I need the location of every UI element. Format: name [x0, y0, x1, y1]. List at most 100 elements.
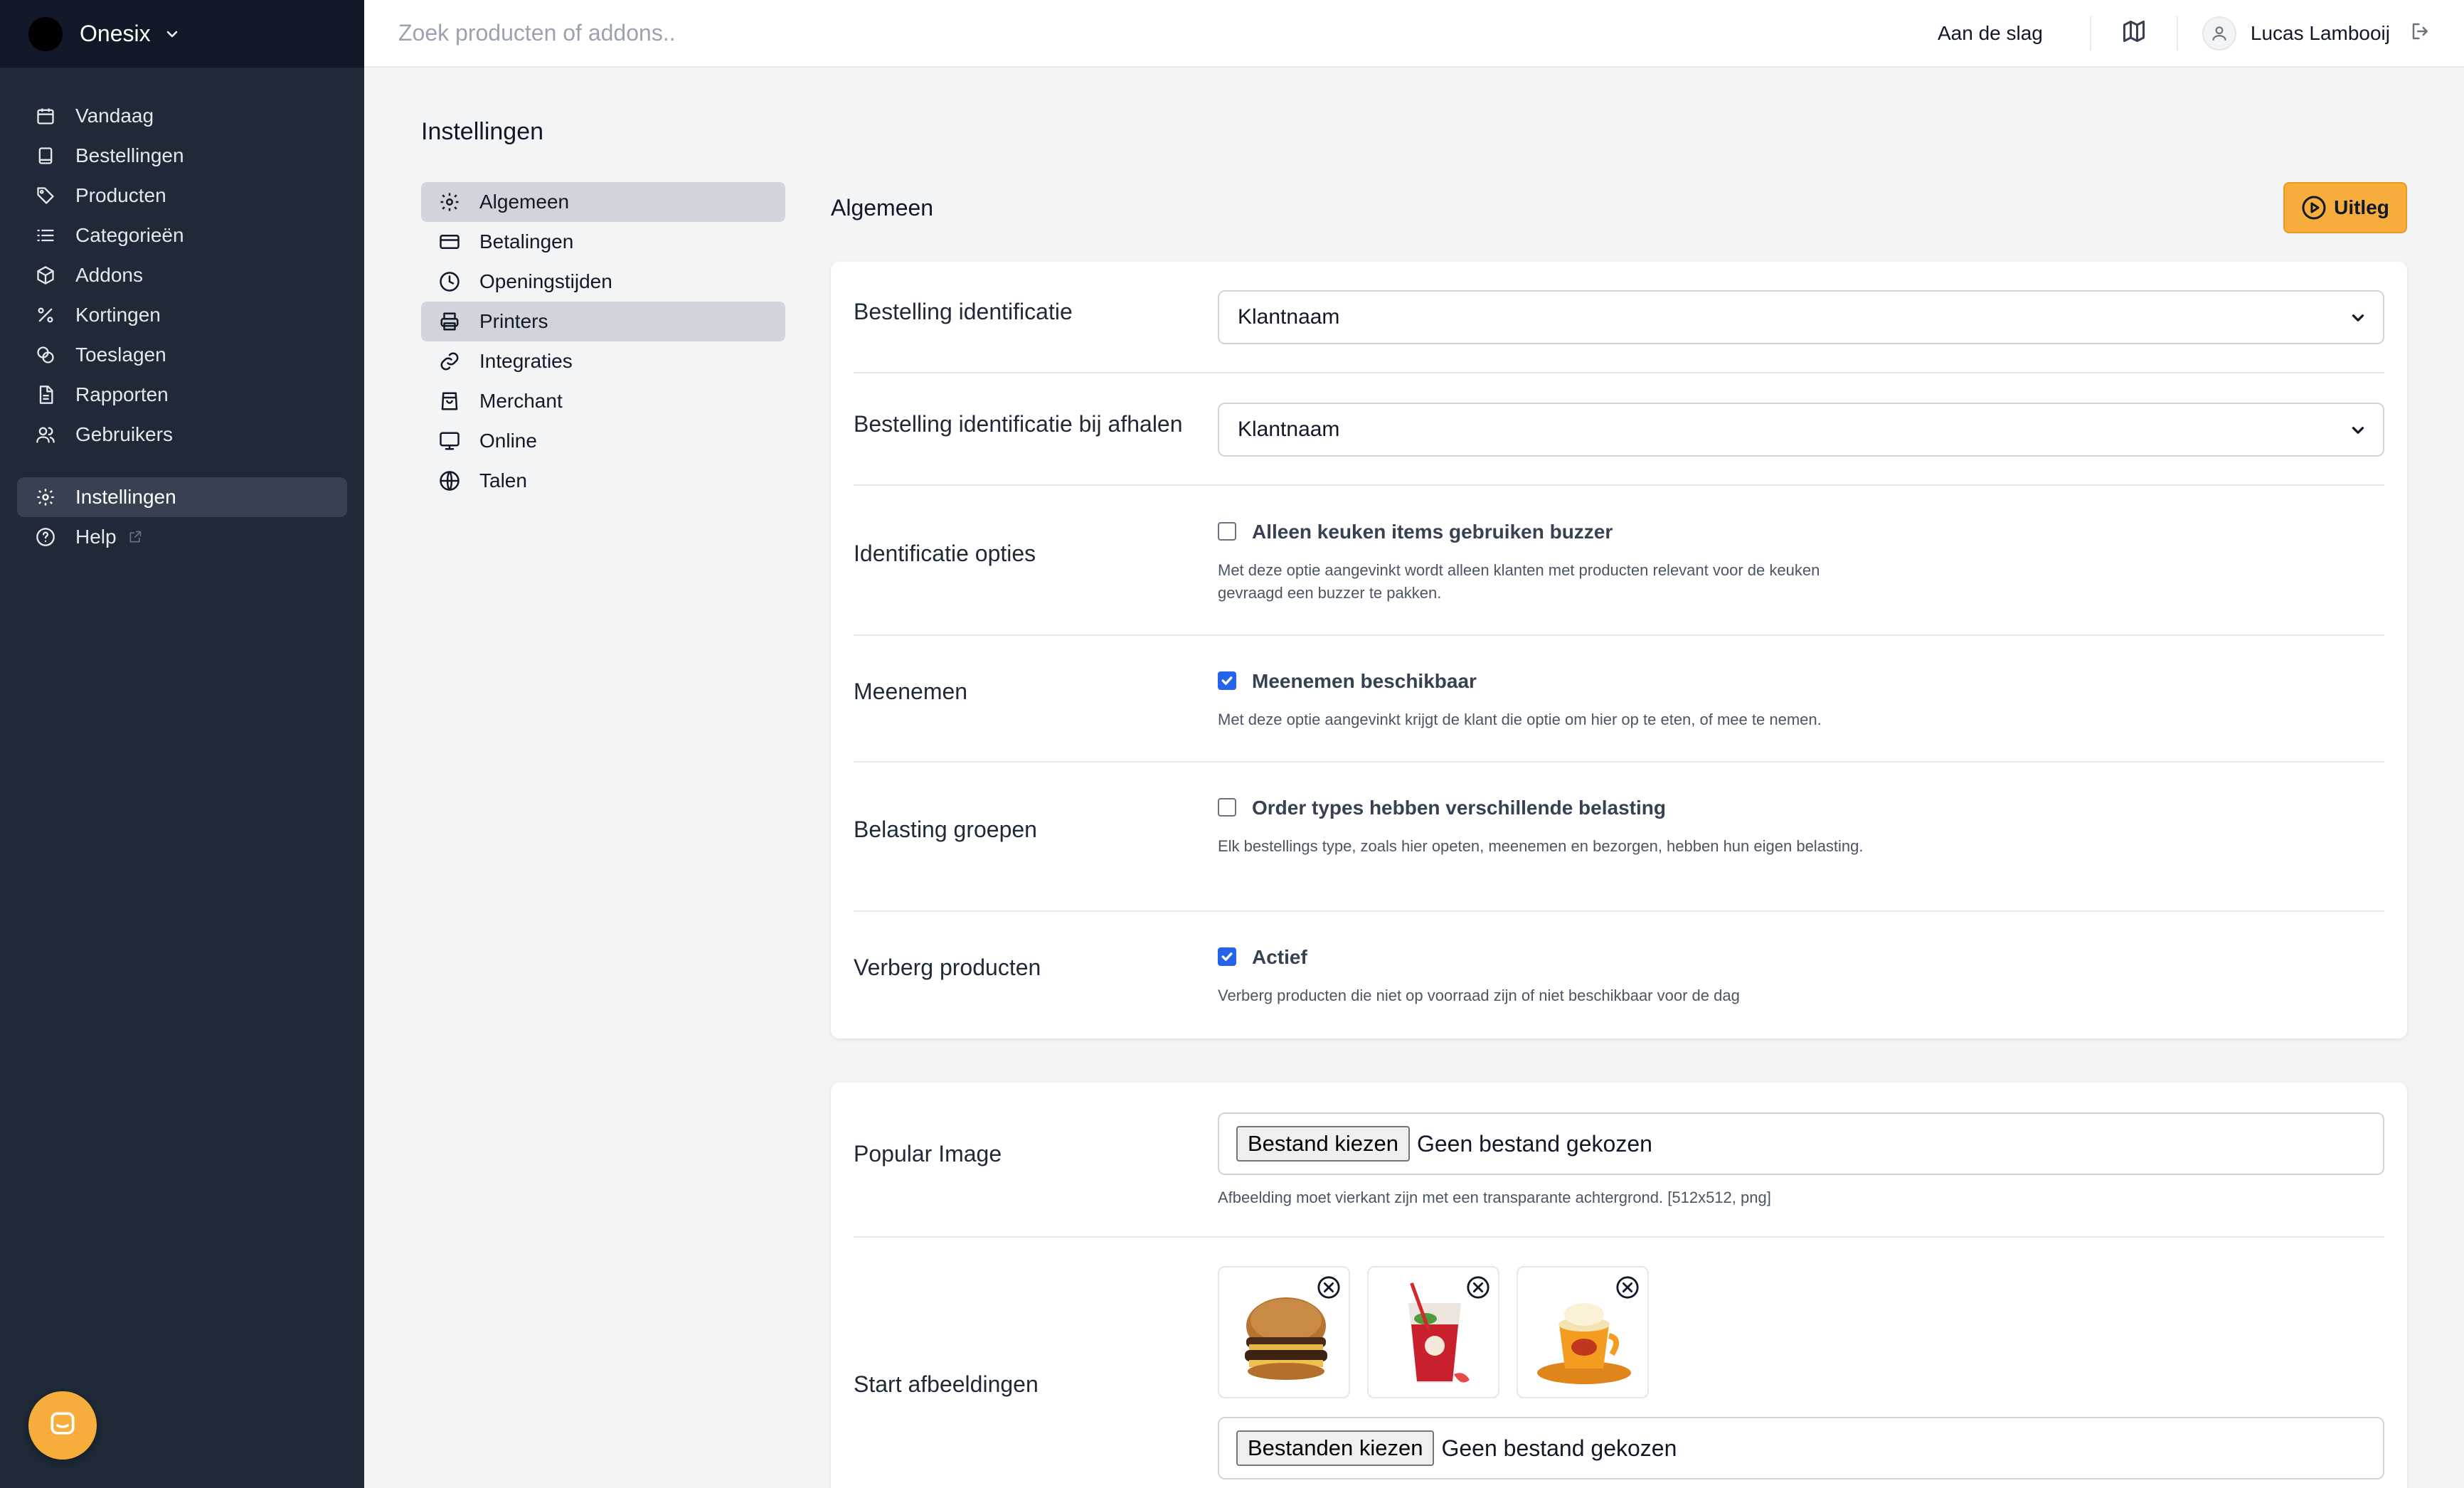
- shopping-bag-icon: [437, 388, 462, 414]
- link-icon: [437, 349, 462, 374]
- help-text: Verberg producten die niet op voorraad z…: [1218, 987, 1740, 1004]
- sidebar-item-gebruikers[interactable]: Gebruikers: [17, 415, 347, 455]
- tab-talen[interactable]: Talen: [421, 461, 785, 501]
- sidebar-item-kortingen[interactable]: Kortingen: [17, 295, 347, 335]
- takeaway-checkbox[interactable]: [1218, 671, 1236, 690]
- file-status: Geen bestand gekozen: [1441, 1435, 1677, 1461]
- field-label: Start afbeeldingen: [854, 1371, 1039, 1397]
- brand-name: Onesix: [80, 21, 151, 46]
- sidebar-item-toeslagen[interactable]: Toeslagen: [17, 335, 347, 375]
- tax-groups-checkbox[interactable]: [1218, 798, 1236, 817]
- field-label: Identificatie opties: [854, 541, 1036, 566]
- chevron-down-icon: [2349, 309, 2367, 327]
- help-text: Elk bestellings type, zoals hier opeten,…: [1218, 837, 1864, 855]
- start-images-input[interactable]: Bestanden kiezen Geen bestand gekozen: [1218, 1417, 2384, 1479]
- search-input[interactable]: [364, 0, 1938, 67]
- choose-file-button[interactable]: Bestand kiezen: [1236, 1126, 1410, 1162]
- gear-icon: [34, 486, 57, 509]
- tab-label: Integraties: [479, 350, 573, 372]
- uitleg-button[interactable]: Uitleg: [2283, 182, 2407, 233]
- question-circle-icon: [34, 526, 57, 548]
- sidebar-item-help[interactable]: Help: [17, 517, 347, 557]
- popular-image-input[interactable]: Bestand kiezen Geen bestand gekozen: [1218, 1112, 2384, 1175]
- sidebar-item-vandaag[interactable]: Vandaag: [17, 96, 347, 136]
- sidebar-item-label: Vandaag: [75, 105, 154, 127]
- map-button[interactable]: [2091, 18, 2177, 48]
- sidebar-item-addons[interactable]: Addons: [17, 255, 347, 295]
- sidebar-item-label: Rapporten: [75, 383, 169, 405]
- clock-icon: [437, 269, 462, 294]
- globe-icon: [437, 468, 462, 494]
- remove-image-icon[interactable]: [1315, 1273, 1343, 1302]
- divider: [854, 910, 2384, 912]
- user-menu[interactable]: Lucas Lambooij: [2178, 16, 2464, 51]
- field-label: Meenemen: [854, 679, 968, 704]
- section-title: Algemeen: [831, 195, 934, 220]
- tab-betalingen[interactable]: Betalingen: [421, 222, 785, 262]
- tab-label: Talen: [479, 469, 527, 491]
- images-card: Popular Image Bestand kiezen Geen bestan…: [831, 1083, 2407, 1488]
- remove-image-icon[interactable]: [1613, 1273, 1642, 1302]
- avatar: [2202, 16, 2236, 51]
- gear-icon: [437, 189, 462, 215]
- tab-label: Openingstijden: [479, 270, 612, 292]
- printer-icon: [437, 309, 462, 334]
- sidebar-item-instellingen[interactable]: Instellingen: [17, 477, 347, 517]
- sidebar-item-label: Instellingen: [75, 486, 176, 508]
- choose-files-button[interactable]: Bestanden kiezen: [1236, 1430, 1435, 1466]
- select-value: Klantnaam: [1238, 418, 1340, 441]
- checkbox-label: Order types hebben verschillende belasti…: [1252, 797, 1666, 819]
- general-settings-card: Bestelling identificatie Klantnaam Beste…: [831, 262, 2407, 1038]
- order-identification-select[interactable]: Klantnaam: [1218, 290, 2384, 344]
- chat-button[interactable]: [28, 1391, 97, 1460]
- getting-started-link[interactable]: Aan de slag: [1938, 22, 2043, 45]
- pickup-identification-select[interactable]: Klantnaam: [1218, 403, 2384, 457]
- page-title: Instellingen: [421, 118, 544, 145]
- tab-integraties[interactable]: Integraties: [421, 341, 785, 381]
- chevron-down-icon: [2349, 421, 2367, 440]
- percent-icon: [34, 304, 57, 326]
- sidebar-item-bestellingen[interactable]: Bestellingen: [17, 136, 347, 176]
- tab-online[interactable]: Online: [421, 421, 785, 461]
- cube-icon: [34, 264, 57, 287]
- sidebar-item-label: Gebruikers: [75, 423, 173, 445]
- help-text: Met deze optie aangevinkt krijgt de klan…: [1218, 711, 1822, 728]
- tab-label: Online: [479, 430, 537, 452]
- start-image-hot-chocolate: [1517, 1266, 1649, 1398]
- play-circle-icon: [2301, 195, 2327, 220]
- chat-icon: [47, 1408, 78, 1443]
- field-label: Popular Image: [854, 1141, 1002, 1167]
- tab-label: Merchant: [479, 390, 563, 412]
- sidebar-item-categorieen[interactable]: Categorieën: [17, 216, 347, 255]
- sidebar-item-producten[interactable]: Producten: [17, 176, 347, 216]
- field-label: Bestelling identificatie: [854, 299, 1073, 324]
- book-icon: [34, 144, 57, 167]
- select-value: Klantnaam: [1238, 305, 1340, 329]
- tab-openingstijden[interactable]: Openingstijden: [421, 262, 785, 302]
- hide-products-checkbox[interactable]: [1218, 947, 1236, 966]
- sidebar-item-label: Addons: [75, 264, 143, 286]
- sidebar-item-label: Kortingen: [75, 304, 161, 326]
- remove-image-icon[interactable]: [1464, 1273, 1492, 1302]
- sidebar-item-rapporten[interactable]: Rapporten: [17, 375, 347, 415]
- external-link-icon: [128, 530, 142, 544]
- tab-printers[interactable]: Printers: [421, 302, 785, 341]
- start-image-burger: [1218, 1266, 1350, 1398]
- checkbox-label: Actief: [1252, 946, 1307, 968]
- logout-icon[interactable]: [2410, 21, 2431, 46]
- field-label: Verberg producten: [854, 955, 1041, 980]
- tag-icon: [34, 184, 57, 207]
- tab-algemeen[interactable]: Algemeen: [421, 182, 785, 222]
- map-icon: [2121, 18, 2147, 48]
- sidebar-item-label: Bestellingen: [75, 144, 184, 166]
- tab-label: Betalingen: [479, 230, 574, 253]
- sidebar-item-label: Help: [75, 526, 117, 548]
- buzzer-checkbox[interactable]: [1218, 522, 1236, 541]
- field-label: Belasting groepen: [854, 817, 1037, 842]
- tab-merchant[interactable]: Merchant: [421, 381, 785, 421]
- tab-label: Algemeen: [479, 191, 570, 213]
- brand-switcher[interactable]: Onesix: [0, 0, 364, 68]
- calendar-icon: [34, 105, 57, 127]
- monitor-icon: [437, 428, 462, 454]
- credit-card-icon: [437, 229, 462, 255]
